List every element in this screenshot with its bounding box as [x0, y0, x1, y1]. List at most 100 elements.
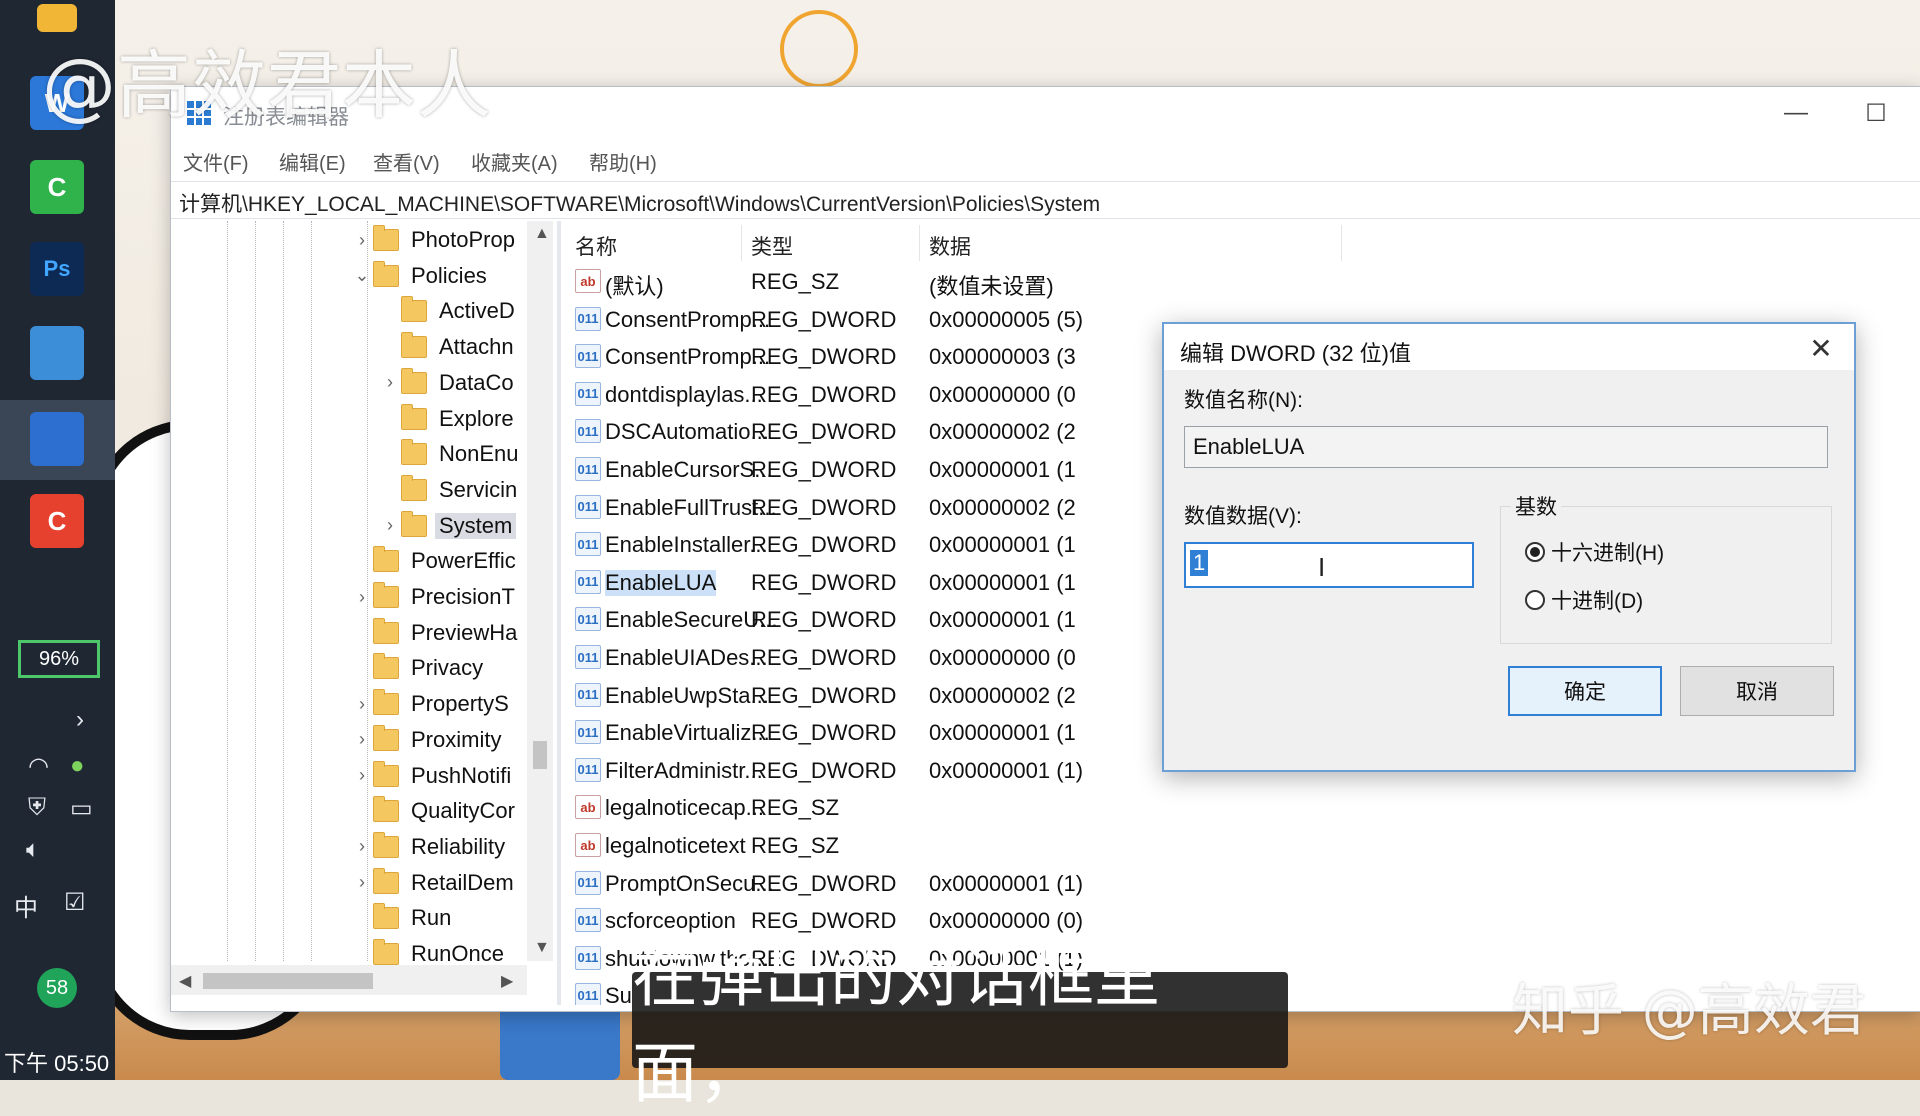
tree-item[interactable]: Attachn	[379, 330, 518, 364]
value-row[interactable]: ablegalnoticetextREG_SZ	[565, 829, 1920, 861]
tree-item[interactable]: ›Reliability	[351, 830, 509, 864]
menu-help[interactable]: 帮助(H)	[589, 147, 657, 176]
cartoon-doodle	[780, 10, 858, 88]
string-value-icon: ab	[575, 795, 601, 819]
camtasia-red-icon[interactable]: C	[30, 494, 84, 548]
chevron-right-icon[interactable]: ›	[379, 515, 401, 536]
value-name: EnableVirtualiz...	[605, 720, 770, 746]
chevron-right-icon[interactable]: ›	[351, 230, 373, 251]
scroll-down-arrow[interactable]: ▼	[534, 939, 550, 957]
scroll-left-arrow[interactable]: ◀	[179, 971, 191, 991]
chevron-right-icon[interactable]: ›	[379, 372, 401, 393]
column-separator[interactable]	[1341, 225, 1342, 261]
ime-indicator[interactable]: 中	[14, 888, 38, 923]
scroll-up-arrow[interactable]: ▲	[534, 225, 550, 243]
tree-item[interactable]: ›PhotoProp	[351, 223, 519, 257]
tree-item-label: ActiveD	[435, 298, 519, 324]
folder-icon	[373, 657, 399, 679]
tree-item[interactable]: ›PushNotifi	[351, 759, 515, 793]
menu-file[interactable]: 文件(F)	[183, 147, 249, 176]
tree-item-label: RetailDem	[407, 870, 518, 896]
tree-item[interactable]: PreviewHa	[351, 616, 521, 650]
radio-button[interactable]	[1525, 590, 1545, 610]
menu-edit[interactable]: 编辑(E)	[279, 147, 346, 176]
value-name: EnableInstaller...	[605, 532, 768, 558]
column-separator[interactable]	[919, 225, 920, 261]
cancel-button[interactable]: 取消	[1680, 666, 1834, 716]
scroll-right-arrow[interactable]: ▶	[501, 971, 513, 991]
tree-item[interactable]: ›Proximity	[351, 723, 505, 757]
folder-icon	[373, 729, 399, 751]
wifi-icon[interactable]: ◠	[28, 752, 49, 781]
action-center-icon[interactable]: ☑	[64, 888, 86, 917]
tree-pane: ›PhotoProp⌄Policies ActiveD Attachn›DataCo…	[171, 221, 561, 1005]
binary-value-icon: 011	[575, 419, 601, 443]
value-row[interactable]: ab(默认)REG_SZ(数值未设置)	[565, 265, 1920, 297]
tree-item[interactable]: ›System	[379, 509, 516, 543]
value-name: ConsentPromp...	[605, 344, 770, 370]
binary-value-icon: 011	[575, 344, 601, 368]
tree-item[interactable]: PowerEffic	[351, 544, 520, 578]
value-row[interactable]: ablegalnoticecap...REG_SZ	[565, 791, 1920, 823]
chevron-right-icon[interactable]: ›	[351, 694, 373, 715]
chevron-right-icon[interactable]: ›	[351, 836, 373, 857]
tree-horizontal-scrollbar[interactable]: ◀ ▶	[171, 965, 527, 995]
minimize-button[interactable]: —	[1771, 95, 1821, 131]
chevron-right-icon[interactable]: ›	[351, 765, 373, 786]
camtasia-green-icon[interactable]: C	[30, 160, 84, 214]
menu-view[interactable]: 查看(V)	[373, 147, 440, 176]
volume-icon[interactable]: 🔈︎	[26, 836, 40, 864]
chevron-right-icon[interactable]: ›	[351, 729, 373, 750]
column-header-data[interactable]: 数据	[929, 231, 971, 261]
value-type: REG_DWORD	[751, 419, 896, 445]
radio-decimal[interactable]: 十进制(D)	[1525, 585, 1643, 615]
scroll-thumb[interactable]	[533, 741, 547, 769]
address-path[interactable]: 计算机\HKEY_LOCAL_MACHINE\SOFTWARE\Microsof…	[179, 188, 1100, 218]
regedit-icon[interactable]	[30, 412, 84, 466]
tree-item[interactable]: ⌄Policies	[351, 259, 491, 293]
tree-item[interactable]: Run	[351, 901, 455, 935]
tree-item[interactable]: Privacy	[351, 651, 487, 685]
chevron-right-icon[interactable]: ›	[76, 706, 84, 734]
value-type: REG_SZ	[751, 269, 839, 295]
string-value-icon: ab	[575, 269, 601, 293]
ok-button[interactable]: 确定	[1508, 666, 1662, 716]
maximize-button[interactable]: ☐	[1851, 95, 1901, 131]
tree-item[interactable]: QualityCor	[351, 794, 519, 828]
value-data-input[interactable]: 1 I	[1184, 542, 1474, 588]
column-separator[interactable]	[741, 225, 742, 261]
tree-item[interactable]: ›DataCo	[379, 366, 518, 400]
value-row[interactable]: 011PromptOnSecu...REG_DWORD0x00000001 (1…	[565, 867, 1920, 899]
tree-item[interactable]: ActiveD	[379, 294, 519, 328]
radio-hex[interactable]: 十六进制(H)	[1525, 537, 1664, 567]
scroll-thumb[interactable]	[203, 973, 373, 989]
clock[interactable]: 下午 05:50	[4, 1046, 109, 1078]
tree-item[interactable]: Explore	[379, 402, 518, 436]
tree-vertical-scrollbar[interactable]: ▲ ▼	[527, 221, 553, 961]
power-icon[interactable]: ▭	[70, 794, 93, 823]
value-data: 0x00000001 (1)	[929, 871, 1083, 897]
address-bar[interactable]: 计算机\HKEY_LOCAL_MACHINE\SOFTWARE\Microsof…	[171, 181, 1920, 219]
wechat-icon[interactable]: ●	[70, 752, 85, 780]
battery-indicator[interactable]: 96%	[18, 640, 100, 678]
photoshop-icon[interactable]: Ps	[30, 242, 84, 296]
tree-item-label: PrecisionT	[407, 584, 519, 610]
chevron-right-icon[interactable]: ›	[351, 872, 373, 893]
radio-button-selected[interactable]	[1525, 542, 1545, 562]
tree-item[interactable]: NonEnu	[379, 437, 523, 471]
tree-item[interactable]: › RetailDem	[351, 866, 518, 900]
archive-icon[interactable]	[30, 326, 84, 380]
tree-item[interactable]: ›PropertyS	[351, 687, 513, 721]
close-icon[interactable]: ✕	[1802, 330, 1840, 366]
column-header-name[interactable]: 名称	[575, 231, 617, 261]
tree-item[interactable]: Servicin	[379, 473, 521, 507]
column-header-type[interactable]: 类型	[751, 231, 793, 261]
shield-icon[interactable]: ⛨	[28, 794, 46, 822]
notification-badge[interactable]: 58	[37, 968, 77, 1008]
chevron-right-icon[interactable]: ›	[351, 587, 373, 608]
chevron-down-icon[interactable]: ⌄	[351, 265, 373, 286]
folder-icon	[373, 693, 399, 715]
tree-item[interactable]: › PrecisionT	[351, 580, 519, 614]
menu-favorites[interactable]: 收藏夹(A)	[471, 147, 558, 176]
value-name-field[interactable]: EnableLUA	[1184, 426, 1828, 468]
